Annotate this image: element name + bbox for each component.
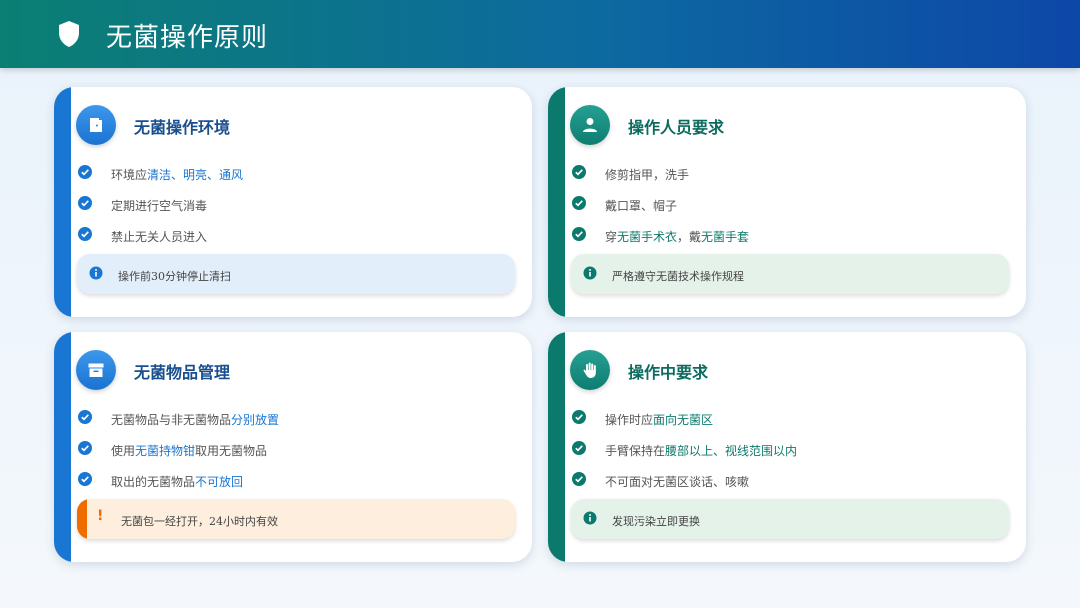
- check-circle-icon: [572, 441, 586, 455]
- item-text: 使用: [111, 444, 136, 458]
- item-text: 操作时应: [605, 413, 654, 427]
- exclamation-icon: !: [97, 508, 104, 524]
- item-text: 戴口罩、帽子: [605, 199, 678, 213]
- card-title: 操作人员要求: [628, 118, 725, 137]
- card-accent-bar: [548, 87, 565, 317]
- card-accent-bar: [54, 87, 71, 317]
- item-text: 取出的无菌物品: [111, 475, 196, 489]
- item-highlight: 无菌持物钳: [135, 444, 196, 458]
- page-header: 无菌操作原则: [0, 0, 1080, 68]
- item-text: 禁止无关人员进入: [111, 230, 208, 244]
- check-circle-icon: [78, 227, 92, 241]
- check-circle-icon: [572, 165, 586, 179]
- info-note: 操作前30分钟停止清扫: [77, 254, 515, 294]
- item-highlight: 面向无菌区: [653, 413, 714, 427]
- card-icon-badge: [76, 350, 116, 390]
- card-title: 操作中要求: [628, 363, 709, 382]
- info-icon: [583, 266, 597, 280]
- item-highlight: 腰部以上、视线范围以内: [665, 444, 798, 458]
- note-text: 发现污染立即更换: [612, 515, 700, 528]
- item-highlight: 无菌手术衣: [617, 230, 678, 244]
- check-circle-icon: [78, 441, 92, 455]
- check-circle-icon: [78, 410, 92, 424]
- card-icon-badge: [570, 105, 610, 145]
- note-text: 严格遵守无菌技术操作规程: [612, 270, 744, 283]
- item-text: 无菌物品与非无菌物品: [111, 413, 232, 427]
- info-note: 发现污染立即更换: [571, 499, 1009, 539]
- door-icon: [90, 118, 102, 132]
- card-sterile-supplies: 无菌物品管理 无菌物品与非无菌物品分别放置 使用无菌持物钳取用无菌物品 取出的无…: [54, 332, 532, 562]
- check-circle-icon: [78, 196, 92, 210]
- note-text: 无菌包一经打开，24小时内有效: [121, 515, 278, 528]
- item-text: 手臂保持在: [605, 444, 666, 458]
- check-circle-icon: [78, 165, 92, 179]
- card-accent-bar: [548, 332, 565, 562]
- warning-accent-bar: [77, 499, 87, 539]
- item-text: 不可面对无菌区谈话、咳嗽: [605, 475, 750, 489]
- item-text-after: 取用无菌物品: [195, 444, 268, 458]
- item-highlight: 分别放置: [231, 413, 280, 427]
- hand-icon: [583, 362, 596, 378]
- check-circle-icon: [572, 472, 586, 486]
- info-icon: [583, 511, 597, 525]
- item-highlight: 不可放回: [195, 475, 244, 489]
- archive-box-icon: [88, 363, 104, 377]
- item-text: 定期进行空气消毒: [111, 199, 208, 213]
- warning-note: ! 无菌包一经打开，24小时内有效: [77, 499, 515, 539]
- info-note: 严格遵守无菌技术操作规程: [571, 254, 1009, 294]
- card-title: 无菌操作环境: [134, 118, 231, 137]
- item-highlight: 清洁、明亮、通风: [147, 168, 244, 182]
- info-icon: [89, 266, 103, 280]
- item-text: 穿: [605, 230, 618, 244]
- card-accent-bar: [54, 332, 71, 562]
- item-text: 修剪指甲，洗手: [605, 168, 690, 182]
- card-icon-badge: [570, 350, 610, 390]
- check-circle-icon: [572, 227, 586, 241]
- check-circle-icon: [572, 410, 586, 424]
- item-highlight: 无菌手套: [701, 230, 750, 244]
- shield-icon: [59, 21, 79, 47]
- card-icon-badge: [76, 105, 116, 145]
- check-circle-icon: [572, 196, 586, 210]
- check-circle-icon: [78, 472, 92, 486]
- item-text-mid: ，戴: [677, 230, 702, 244]
- card-operation-requirements: 操作中要求 操作时应面向无菌区 手臂保持在腰部以上、视线范围以内 不可面对无菌区…: [548, 332, 1026, 562]
- note-text: 操作前30分钟停止清扫: [118, 270, 231, 283]
- item-text: 环境应: [111, 168, 148, 182]
- card-title: 无菌物品管理: [134, 363, 231, 382]
- page-title: 无菌操作原则: [106, 23, 269, 53]
- card-personnel-requirements: 操作人员要求 修剪指甲，洗手 戴口罩、帽子 穿无菌手术衣，戴无菌手套 严格遵守无…: [548, 87, 1026, 317]
- person-icon: [583, 118, 597, 132]
- card-aseptic-environment: 无菌操作环境 环境应清洁、明亮、通风 定期进行空气消毒 禁止无关人员进入 操作前…: [54, 87, 532, 317]
